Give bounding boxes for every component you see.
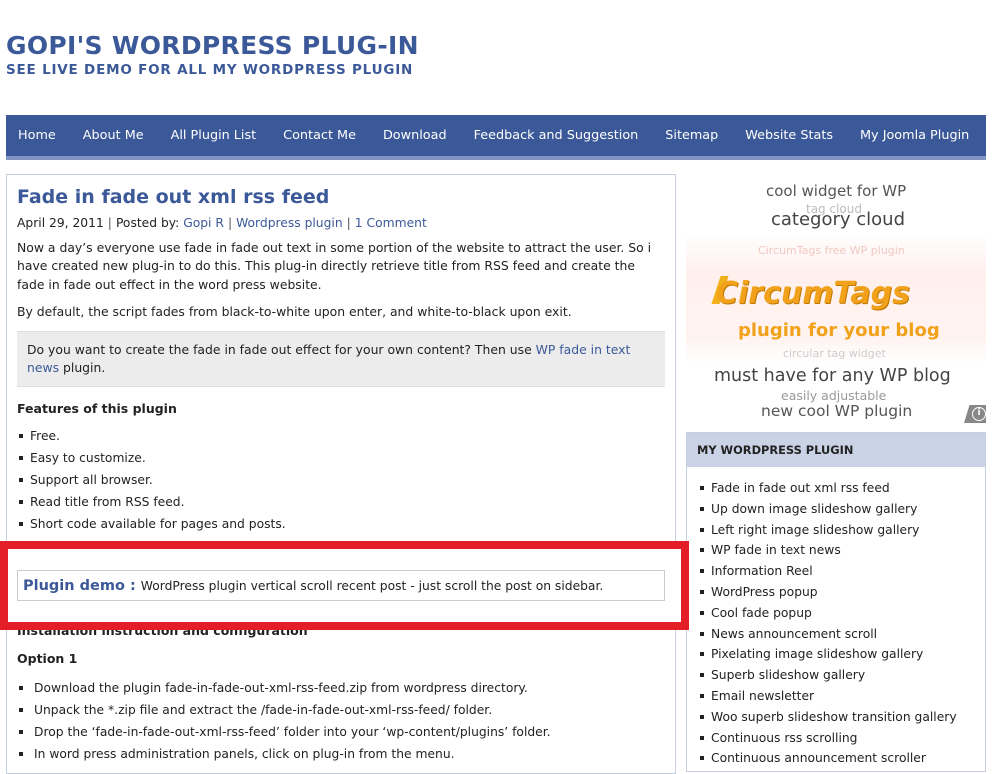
nav-joomla-plugin[interactable]: My Joomla Plugin	[847, 115, 983, 156]
post-content: Fade in fade out xml rss feed April 29, …	[6, 174, 676, 774]
plugin-link[interactable]: WP fade in text news	[700, 540, 985, 561]
plugin-link[interactable]: Fade in fade out xml rss feed	[700, 478, 985, 499]
plugin-link[interactable]: Pixelating image slideshow gallery	[700, 644, 985, 665]
plugin-link[interactable]: Woo superb slideshow transition gallery	[700, 707, 985, 728]
nav-feedback[interactable]: Feedback and Suggestion	[460, 115, 652, 156]
install-steps: Download the plugin fade-in-fade-out-xml…	[17, 677, 551, 765]
list-item: Support all browser.	[17, 469, 665, 491]
cloud-tag[interactable]: category cloud	[771, 209, 905, 230]
post-date: April 29, 2011	[17, 216, 104, 230]
meta-separator: |	[107, 216, 112, 230]
plugin-link[interactable]: Continuous rss scrolling	[700, 728, 985, 749]
post-title[interactable]: Fade in fade out xml rss feed	[17, 186, 665, 208]
cloud-tag[interactable]: CircumTags free WP plugin	[758, 244, 905, 257]
nav-website-stats[interactable]: Website Stats	[732, 115, 847, 156]
plugin-demo-label: Plugin demo :	[23, 577, 136, 594]
nav-all-plugin-list[interactable]: All Plugin List	[157, 115, 270, 156]
category-link[interactable]: Wordpress plugin	[236, 216, 343, 230]
comments-link[interactable]: 1 Comment	[355, 216, 427, 230]
list-item: Drop the ‘fade-in-fade-out-xml-rss-feed’…	[17, 721, 551, 743]
option-heading: Option 1	[17, 651, 78, 666]
notice-box: Do you want to create the fade in fade o…	[17, 330, 665, 388]
tag-cloud-widget[interactable]: cool widget for WP tag cloud category cl…	[686, 176, 986, 426]
list-item: In word press administration panels, cli…	[17, 743, 551, 765]
plugin-link[interactable]: News announcement scroll	[700, 624, 985, 645]
plugin-link[interactable]: Information Reel	[700, 561, 985, 582]
nav-about-me[interactable]: About Me	[69, 115, 157, 156]
nav-home[interactable]: Home	[6, 115, 69, 156]
main-nav: Home About Me All Plugin List Contact Me…	[6, 115, 986, 160]
post-meta: April 29, 2011 | Posted by: Gopi R | Wordpre…	[17, 216, 665, 230]
plugin-list: Fade in fade out xml rss feed Up down im…	[687, 478, 985, 769]
plugin-link[interactable]: WordPress popup	[700, 582, 985, 603]
post-paragraph: Now a day’s everyone use fade in fade ou…	[17, 240, 652, 292]
widget-heading: MY WORDPRESS PLUGIN	[687, 433, 985, 467]
list-item: Free.	[17, 425, 665, 447]
list-item: Read title from RSS feed.	[17, 491, 665, 513]
post-paragraph: By default, the script fades from black-…	[17, 304, 572, 320]
posted-by-label: Posted by:	[115, 216, 180, 230]
site-description: SEE LIVE DEMO FOR ALL MY WORDPRESS PLUGI…	[6, 62, 414, 78]
nav-contact-me[interactable]: Contact Me	[270, 115, 370, 156]
meta-separator: |	[346, 216, 351, 230]
plugin-link[interactable]: Up down image slideshow gallery	[700, 499, 985, 520]
plugin-link[interactable]: Continuous announcement scroller	[700, 748, 985, 769]
site-title[interactable]: GOPI'S WORDPRESS PLUG-IN	[6, 31, 419, 60]
plugin-link[interactable]: Superb slideshow gallery	[700, 665, 985, 686]
meta-separator: |	[227, 216, 233, 230]
features-list: Free. Easy to customize. Support all bro…	[17, 425, 665, 535]
cloud-tag[interactable]: easily adjustable	[781, 388, 886, 403]
plugin-list-widget: MY WORDPRESS PLUGIN Fade in fade out xml…	[686, 432, 986, 772]
cloud-tag[interactable]: new cool WP plugin	[761, 402, 912, 420]
author-link[interactable]: Gopi R	[183, 216, 224, 230]
cloud-tag[interactable]: circular tag widget	[783, 347, 886, 360]
plugin-demo-text: WordPress plugin vertical scroll recent …	[140, 578, 604, 593]
cloud-tagline[interactable]: plugin for your blog	[738, 320, 940, 341]
notice-tail: plugin.	[59, 360, 106, 376]
highlight-frame: Plugin demo : WordPress plugin vertical …	[0, 541, 689, 630]
plugin-link[interactable]: Cool fade popup	[700, 603, 985, 624]
cloud-tag[interactable]: must have for any WP blog	[714, 366, 951, 386]
plugin-link[interactable]: Left right image slideshow gallery	[700, 520, 985, 541]
plugin-link[interactable]: Email newsletter	[700, 686, 985, 707]
notice-text: Do you want to create the fade in fade o…	[27, 341, 536, 357]
nav-download[interactable]: Download	[369, 115, 460, 156]
list-item: Short code available for pages and posts…	[17, 513, 665, 535]
list-item: Unpack the *.zip file and extract the /f…	[17, 699, 551, 721]
list-item: Download the plugin fade-in-fade-out-xml…	[17, 677, 551, 699]
info-icon[interactable]	[964, 405, 986, 423]
list-item: Easy to customize.	[17, 447, 665, 469]
features-heading: Features of this plugin	[17, 401, 177, 417]
cloud-tag[interactable]: cool widget for WP	[766, 182, 906, 200]
plugin-demo-box: Plugin demo : WordPress plugin vertical …	[17, 570, 665, 601]
nav-sitemap[interactable]: Sitemap	[652, 115, 732, 156]
